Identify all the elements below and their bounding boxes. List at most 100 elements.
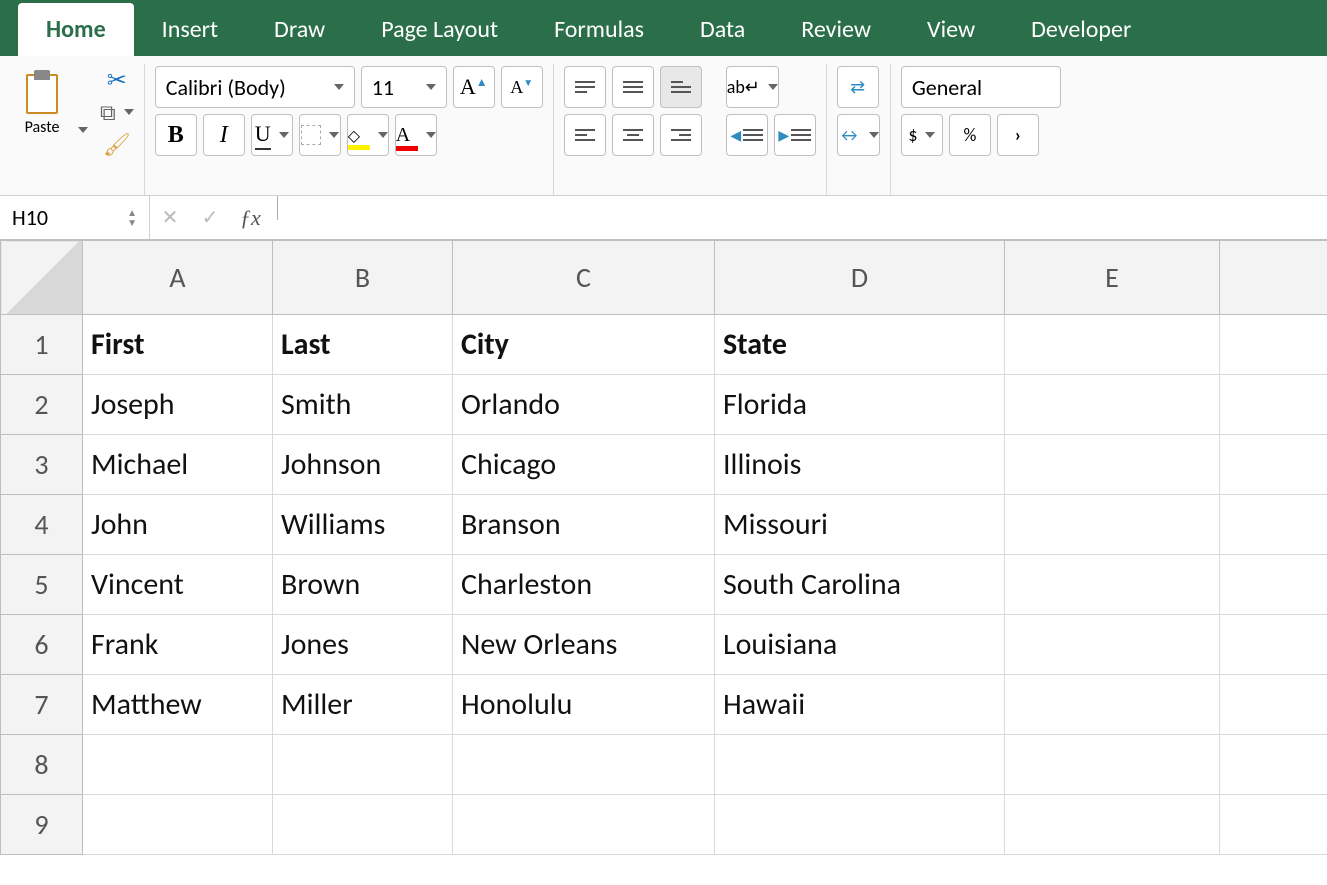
cell-E6[interactable] — [1005, 615, 1220, 675]
cell-C4[interactable]: Branson — [453, 495, 715, 555]
tab-view[interactable]: View — [899, 3, 1003, 56]
merge-across-button[interactable]: ⇄ — [837, 66, 879, 108]
cell-E1[interactable] — [1005, 315, 1220, 375]
italic-button[interactable]: I — [203, 114, 245, 156]
tab-review[interactable]: Review — [773, 3, 899, 56]
cell-F9[interactable] — [1220, 795, 1327, 855]
cell-D3[interactable]: Illinois — [715, 435, 1005, 495]
cell-D1[interactable]: State — [715, 315, 1005, 375]
paste-dropdown-icon[interactable] — [78, 127, 88, 133]
cut-button[interactable]: ✂ — [100, 66, 134, 94]
cell-B5[interactable]: Brown — [273, 555, 453, 615]
name-box-spinner[interactable]: ▲▼ — [127, 208, 137, 228]
cell-C3[interactable]: Chicago — [453, 435, 715, 495]
cell-F7[interactable] — [1220, 675, 1327, 735]
align-right-button[interactable] — [660, 114, 702, 156]
cell-D2[interactable]: Florida — [715, 375, 1005, 435]
enter-formula-button[interactable]: ✓ — [190, 205, 230, 230]
col-header-E[interactable]: E — [1005, 241, 1220, 315]
row-header-4[interactable]: 4 — [1, 495, 83, 555]
cell-F5[interactable] — [1220, 555, 1327, 615]
cell-A6[interactable]: Frank — [83, 615, 273, 675]
cell-E4[interactable] — [1005, 495, 1220, 555]
cell-E7[interactable] — [1005, 675, 1220, 735]
cell-A5[interactable]: Vincent — [83, 555, 273, 615]
cell-C7[interactable]: Honolulu — [453, 675, 715, 735]
align-middle-button[interactable] — [612, 66, 654, 108]
row-header-5[interactable]: 5 — [1, 555, 83, 615]
cell-B6[interactable]: Jones — [273, 615, 453, 675]
cell-F3[interactable] — [1220, 435, 1327, 495]
fx-label[interactable]: ƒx — [230, 205, 271, 231]
font-name-select[interactable]: Calibri (Body) — [155, 66, 355, 108]
cell-E3[interactable] — [1005, 435, 1220, 495]
copy-button[interactable]: ⧉ — [100, 98, 134, 126]
cell-C5[interactable]: Charleston — [453, 555, 715, 615]
merge-center-button[interactable]: ↔ — [837, 114, 880, 156]
cell-A3[interactable]: Michael — [83, 435, 273, 495]
cell-D5[interactable]: South Carolina — [715, 555, 1005, 615]
align-left-button[interactable] — [564, 114, 606, 156]
cell-E8[interactable] — [1005, 735, 1220, 795]
row-header-6[interactable]: 6 — [1, 615, 83, 675]
cell-D6[interactable]: Louisiana — [715, 615, 1005, 675]
cell-A9[interactable] — [83, 795, 273, 855]
cell-B8[interactable] — [273, 735, 453, 795]
align-center-button[interactable] — [612, 114, 654, 156]
bold-button[interactable]: B — [155, 114, 197, 156]
tab-home[interactable]: Home — [18, 3, 134, 56]
cell-B7[interactable]: Miller — [273, 675, 453, 735]
currency-button[interactable]: $ — [901, 114, 943, 156]
cell-C9[interactable] — [453, 795, 715, 855]
wrap-text-button[interactable]: ab↵ — [726, 66, 779, 108]
tab-page-layout[interactable]: Page Layout — [353, 3, 526, 56]
cell-C2[interactable]: Orlando — [453, 375, 715, 435]
cell-F2[interactable] — [1220, 375, 1327, 435]
cell-D8[interactable] — [715, 735, 1005, 795]
cell-B4[interactable]: Williams — [273, 495, 453, 555]
cell-E2[interactable] — [1005, 375, 1220, 435]
cell-A8[interactable] — [83, 735, 273, 795]
cell-B3[interactable]: Johnson — [273, 435, 453, 495]
row-header-8[interactable]: 8 — [1, 735, 83, 795]
tab-data[interactable]: Data — [672, 3, 773, 56]
formula-input[interactable] — [271, 196, 1327, 239]
cell-F4[interactable] — [1220, 495, 1327, 555]
row-header-2[interactable]: 2 — [1, 375, 83, 435]
col-header-B[interactable]: B — [273, 241, 453, 315]
number-format-select[interactable]: General — [901, 66, 1061, 108]
tab-insert[interactable]: Insert — [134, 3, 246, 56]
increase-font-button[interactable]: A — [453, 66, 495, 108]
cell-E5[interactable] — [1005, 555, 1220, 615]
font-size-select[interactable]: 11 — [361, 66, 447, 108]
cell-F1[interactable] — [1220, 315, 1327, 375]
percent-button[interactable]: % — [949, 114, 991, 156]
cell-C8[interactable] — [453, 735, 715, 795]
cell-D9[interactable] — [715, 795, 1005, 855]
cell-E9[interactable] — [1005, 795, 1220, 855]
col-header-F[interactable] — [1220, 241, 1327, 315]
cell-B9[interactable] — [273, 795, 453, 855]
align-bottom-button[interactable] — [660, 66, 702, 108]
cell-A7[interactable]: Matthew — [83, 675, 273, 735]
row-header-9[interactable]: 9 — [1, 795, 83, 855]
align-top-button[interactable] — [564, 66, 606, 108]
font-color-button[interactable]: A — [395, 114, 437, 156]
name-box[interactable]: H10 ▲▼ — [0, 196, 150, 239]
cell-A1[interactable]: First — [83, 315, 273, 375]
cell-D4[interactable]: Missouri — [715, 495, 1005, 555]
fill-color-button[interactable]: ◇ — [347, 114, 389, 156]
row-header-3[interactable]: 3 — [1, 435, 83, 495]
cell-B1[interactable]: Last — [273, 315, 453, 375]
col-header-C[interactable]: C — [453, 241, 715, 315]
cell-F6[interactable] — [1220, 615, 1327, 675]
increase-indent-button[interactable]: ▶ — [774, 114, 816, 156]
cell-A4[interactable]: John — [83, 495, 273, 555]
borders-button[interactable] — [299, 114, 341, 156]
cell-F8[interactable] — [1220, 735, 1327, 795]
tab-developer[interactable]: Developer — [1003, 3, 1159, 56]
decrease-indent-button[interactable]: ◀ — [726, 114, 768, 156]
cell-D7[interactable]: Hawaii — [715, 675, 1005, 735]
row-header-7[interactable]: 7 — [1, 675, 83, 735]
paste-button[interactable]: Paste — [20, 66, 64, 141]
